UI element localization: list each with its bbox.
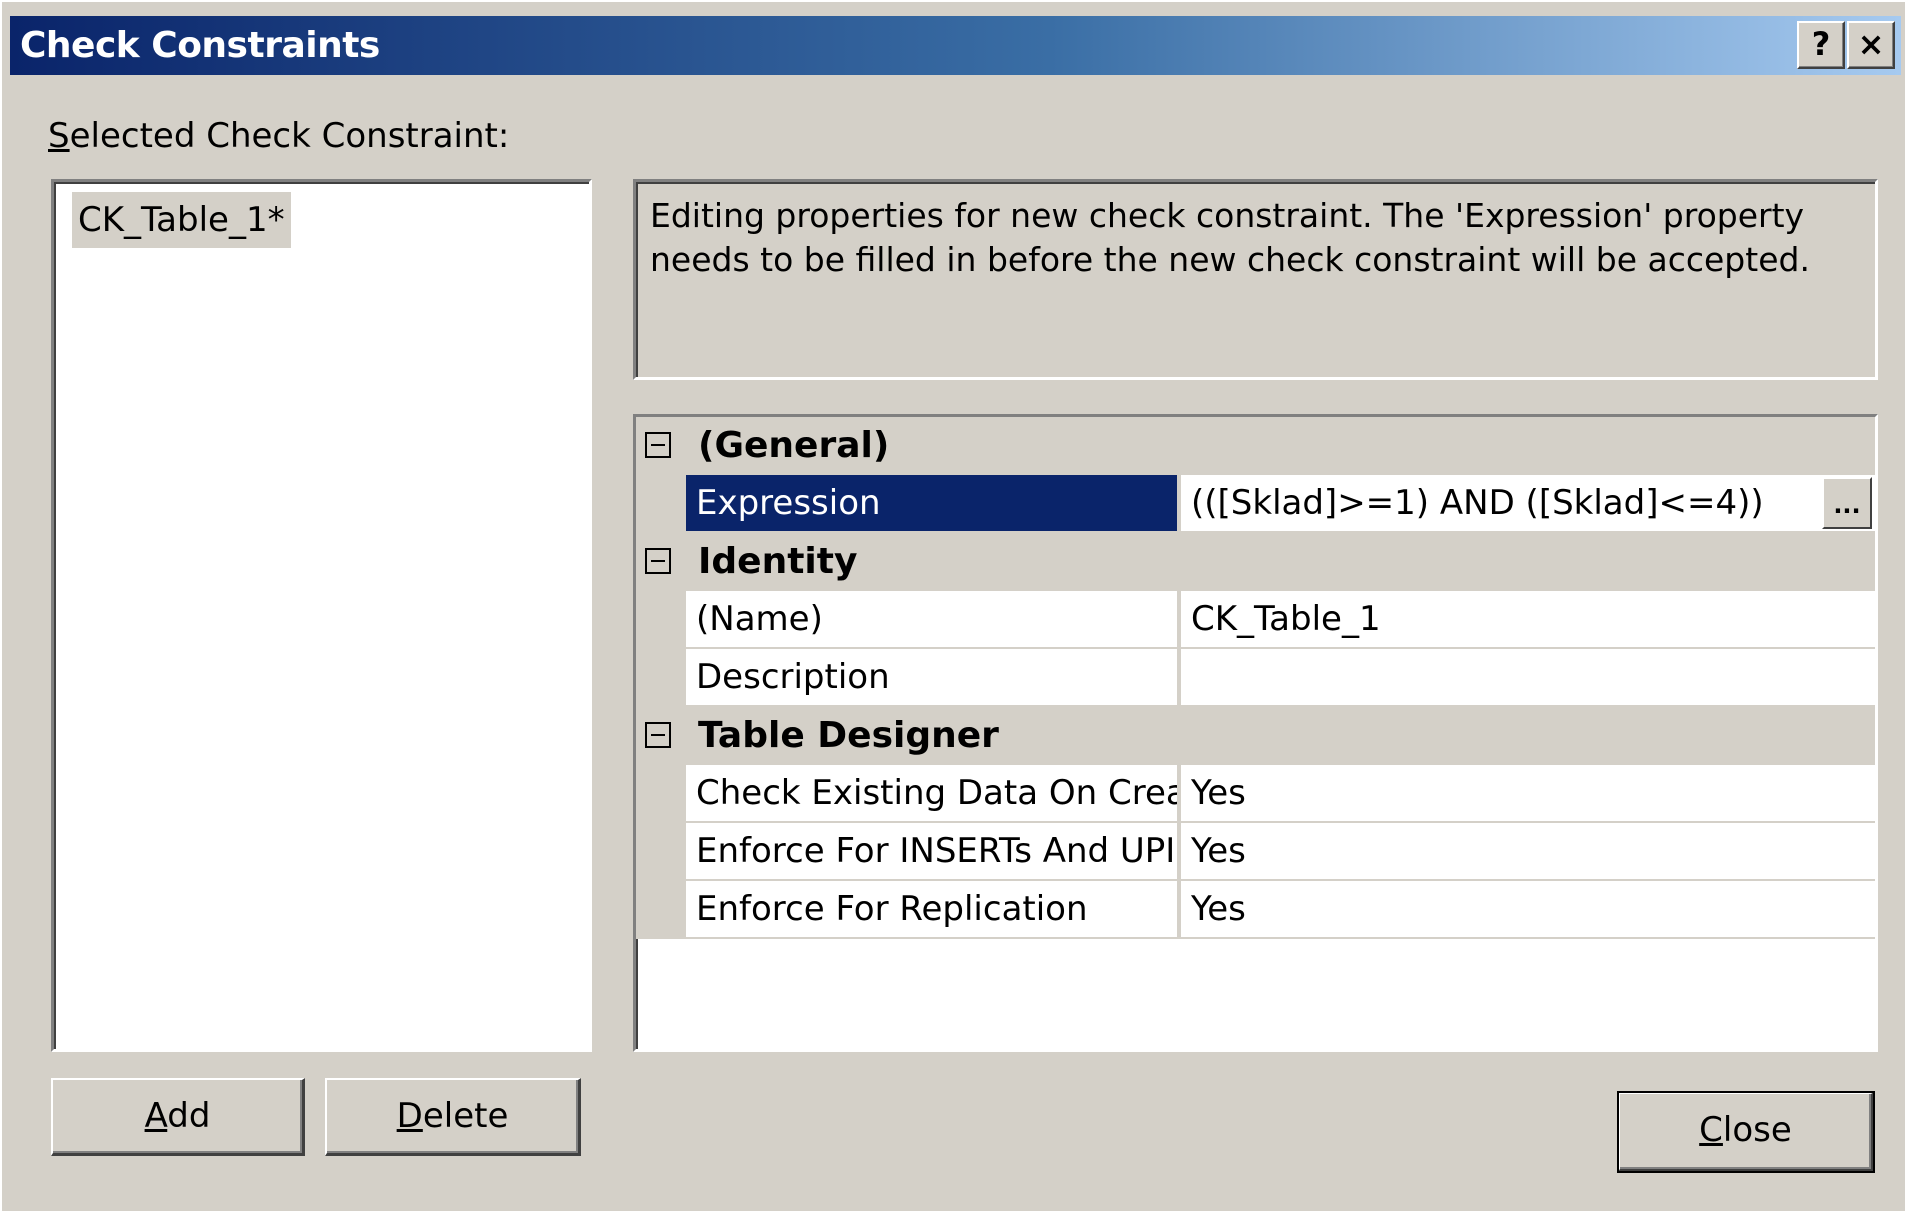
property-name[interactable]: (Name) xyxy=(686,591,1179,648)
expression-value: (([Sklad]>=1) AND ([Sklad]<=4)) xyxy=(1191,483,1764,523)
property-value[interactable]: Yes xyxy=(1181,881,1875,938)
close-icon[interactable]: × xyxy=(1847,21,1895,69)
title-bar[interactable]: Check Constraints ? × xyxy=(10,16,1901,75)
constraints-listbox[interactable]: CK_Table_1* xyxy=(51,179,592,1052)
close-button[interactable]: Close xyxy=(1617,1091,1875,1173)
category-identity[interactable]: Identity xyxy=(636,533,1875,591)
collapse-icon[interactable] xyxy=(645,432,671,458)
property-row-enforce-inserts[interactable]: Enforce For INSERTs And UPI Yes xyxy=(636,823,1875,881)
property-grid[interactable]: (General) Expression (([Sklad]>=1) AND (… xyxy=(633,414,1878,1052)
property-name[interactable]: Expression xyxy=(686,475,1179,532)
selected-constraint-label: Selected Check Constraint: xyxy=(48,116,510,156)
property-row-expression[interactable]: Expression (([Sklad]>=1) AND ([Sklad]<=4… xyxy=(636,475,1875,533)
info-description: Editing properties for new check constra… xyxy=(633,179,1878,380)
delete-button[interactable]: Delete xyxy=(325,1078,581,1156)
property-value[interactable]: Yes xyxy=(1181,823,1875,880)
ellipsis-button[interactable]: ... xyxy=(1822,477,1872,529)
category-general[interactable]: (General) xyxy=(636,417,1875,475)
property-row-name[interactable]: (Name) CK_Table_1 xyxy=(636,591,1875,649)
property-name[interactable]: Check Existing Data On Crea xyxy=(686,765,1179,822)
property-value-expression[interactable]: (([Sklad]>=1) AND ([Sklad]<=4)) ... xyxy=(1181,475,1875,532)
check-constraints-dialog: Check Constraints ? × Selected Check Con… xyxy=(0,0,1905,1211)
category-table-designer[interactable]: Table Designer xyxy=(636,707,1875,765)
add-button[interactable]: Add xyxy=(51,1078,305,1156)
property-row-enforce-replication[interactable]: Enforce For Replication Yes xyxy=(636,881,1875,939)
list-item[interactable]: CK_Table_1* xyxy=(72,192,291,248)
property-value[interactable] xyxy=(1181,649,1875,706)
property-value[interactable]: Yes xyxy=(1181,765,1875,822)
property-name[interactable]: Enforce For Replication xyxy=(686,881,1179,938)
category-label: Table Designer xyxy=(698,715,999,756)
collapse-icon[interactable] xyxy=(645,722,671,748)
collapse-icon[interactable] xyxy=(645,548,671,574)
property-name[interactable]: Enforce For INSERTs And UPI xyxy=(686,823,1179,880)
property-value[interactable]: CK_Table_1 xyxy=(1181,591,1875,648)
dialog-title: Check Constraints xyxy=(20,25,380,66)
property-name[interactable]: Description xyxy=(686,649,1179,706)
property-row-check-existing[interactable]: Check Existing Data On Crea Yes xyxy=(636,765,1875,823)
property-row-description[interactable]: Description xyxy=(636,649,1875,707)
help-button[interactable]: ? xyxy=(1797,21,1845,69)
category-label: Identity xyxy=(698,541,858,582)
category-label: (General) xyxy=(698,425,890,466)
